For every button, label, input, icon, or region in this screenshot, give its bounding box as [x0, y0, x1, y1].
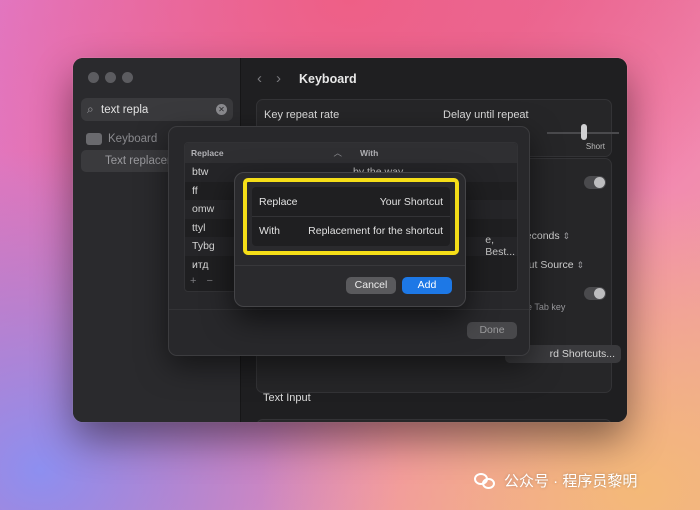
remove-row-button[interactable]: −	[206, 275, 212, 287]
sort-ascending-icon: ︿	[333, 148, 342, 158]
with-field[interactable]: With Replacement for the shortcut	[252, 216, 450, 245]
search-input[interactable]: ⌕ text repla ✕	[81, 98, 233, 121]
divider	[235, 265, 465, 266]
keyboard-icon	[86, 133, 102, 145]
table-header: Replace ︿ With	[185, 143, 517, 163]
back-icon[interactable]: ‹	[257, 70, 262, 87]
page-title: Keyboard	[299, 71, 357, 86]
column-header-replace[interactable]: Replace ︿	[185, 148, 360, 158]
watermark: 公众号 · 程序员黎明	[474, 470, 637, 491]
wechat-icon	[474, 472, 496, 490]
clear-search-icon[interactable]: ✕	[216, 104, 227, 115]
watermark-text: 公众号 · 程序员黎明	[504, 473, 638, 490]
highlight-box: Replace Your Shortcut With Replacement f…	[243, 178, 459, 255]
search-value[interactable]: text repla	[101, 104, 216, 116]
replace-field-label: Replace	[259, 195, 298, 208]
short-label: Short	[585, 142, 605, 151]
search-icon: ⌕	[87, 102, 94, 116]
divider	[169, 309, 529, 310]
tab-key-toggle[interactable]	[584, 287, 606, 300]
window-controls	[88, 72, 133, 83]
close-window-button[interactable]	[88, 72, 99, 83]
text-input-panel	[256, 419, 612, 422]
table-footer: + −	[190, 275, 213, 287]
column-with-label: With	[360, 148, 379, 158]
replacement-fields: Replace Your Shortcut With Replacement f…	[252, 187, 450, 246]
stepper-icon: ⇕	[562, 231, 571, 241]
minimize-window-button[interactable]	[105, 72, 116, 83]
add-button[interactable]: Add	[402, 277, 452, 294]
with-field-placeholder[interactable]: Replacement for the shortcut	[308, 225, 443, 237]
sidebar-item-label: Keyboard	[108, 133, 158, 145]
toolbar: ‹ › Keyboard	[257, 70, 357, 87]
zoom-window-button[interactable]	[122, 72, 133, 83]
done-button[interactable]: Done	[467, 322, 517, 339]
option-toggle[interactable]	[584, 176, 606, 189]
forward-icon[interactable]: ›	[276, 70, 281, 87]
key-repeat-label: Key repeat rate	[264, 109, 340, 121]
replace-field[interactable]: Replace Your Shortcut	[252, 187, 450, 216]
replace-field-placeholder[interactable]: Your Shortcut	[380, 196, 443, 208]
tab-key-label: e Tab key	[527, 302, 566, 312]
column-replace-label: Replace	[191, 148, 224, 158]
with-cell: e, Best...	[485, 234, 516, 259]
column-header-with[interactable]: With	[360, 148, 378, 158]
stepper-icon: ⇕	[576, 260, 585, 270]
text-input-heading: Text Input	[263, 392, 311, 404]
delay-slider-thumb[interactable]	[581, 124, 587, 140]
with-field-label: With	[259, 225, 280, 237]
add-row-button[interactable]: +	[190, 275, 196, 287]
add-replacement-dialog: Replace Your Shortcut With Replacement f…	[234, 172, 466, 307]
sidebar-item-label: Text replacem	[105, 155, 177, 167]
delay-until-repeat-label: Delay until repeat	[443, 109, 529, 121]
cancel-button[interactable]: Cancel	[346, 277, 396, 294]
